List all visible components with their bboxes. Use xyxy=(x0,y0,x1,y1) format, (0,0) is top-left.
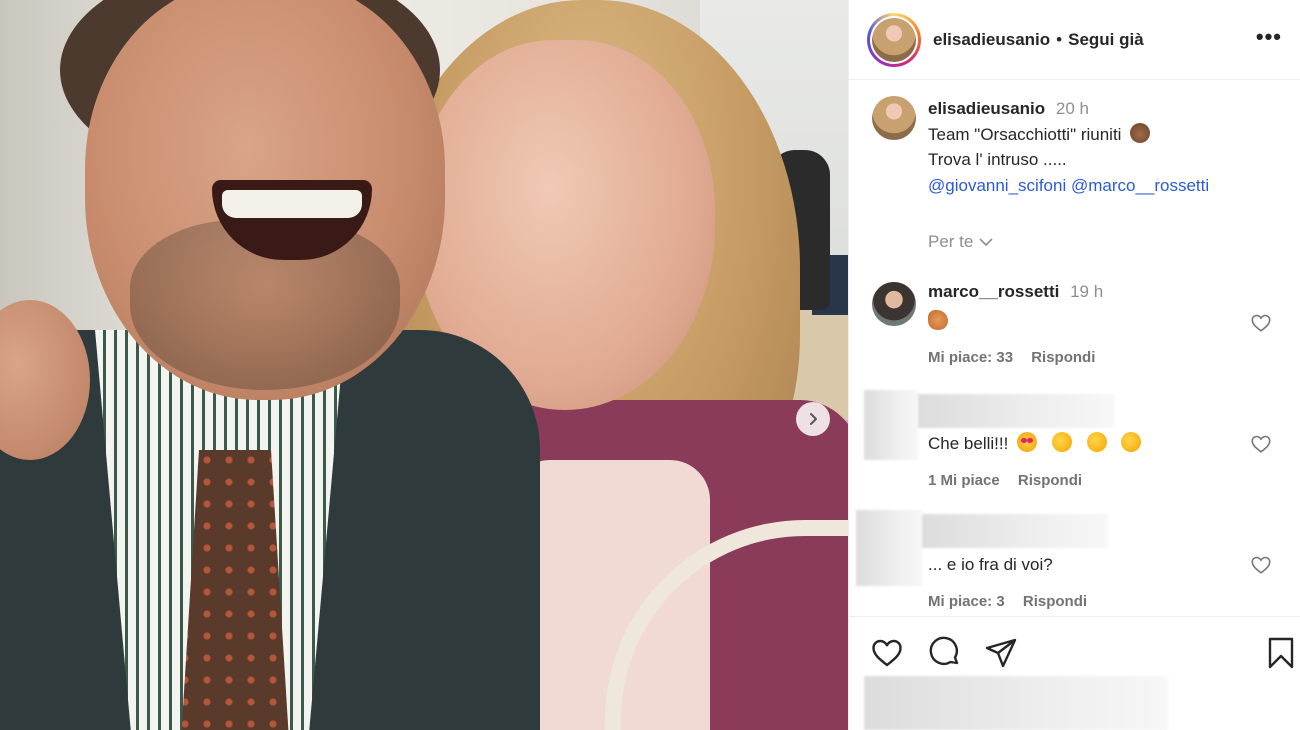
bear-face-emoji-icon xyxy=(1130,122,1151,143)
reply-button[interactable]: Rispondi xyxy=(1018,472,1082,489)
author-username[interactable]: elisadieusanio xyxy=(933,30,1050,50)
comment-time[interactable]: 19 h xyxy=(1070,282,1103,301)
clapping-hands-emoji-icon xyxy=(1051,432,1072,452)
comment-item: Che belli!!! 1 Mi piace Rispondi xyxy=(872,390,1282,490)
comment-item: marco__rossetti 19 h Mi piace: 33 Rispon… xyxy=(872,282,1282,372)
caption-line1: Team "Orsacchiotti" riuniti xyxy=(928,124,1122,144)
heart-eyes-emoji-icon xyxy=(1017,432,1038,452)
comment-likes[interactable]: 1 Mi piace xyxy=(928,472,1000,489)
chevron-down-icon xyxy=(979,238,993,247)
comment-likes[interactable]: Mi piace: 33 xyxy=(928,349,1013,366)
post-action-bar xyxy=(870,636,1294,672)
mention-link[interactable]: @marco__rossetti xyxy=(1071,176,1209,195)
caption-time[interactable]: 20 h xyxy=(1056,99,1089,118)
post-photo xyxy=(0,0,848,730)
comment-username[interactable]: marco__rossetti xyxy=(928,282,1059,301)
post-header: elisadieusanio • Segui già ••• xyxy=(849,0,1300,80)
clapping-hands-emoji-icon xyxy=(1121,432,1142,452)
chevron-right-icon xyxy=(810,413,817,425)
more-options-icon[interactable]: ••• xyxy=(1256,24,1282,50)
comment-text: Che belli!!! xyxy=(928,434,1009,453)
comment-avatar[interactable] xyxy=(872,282,916,326)
reply-button[interactable]: Rispondi xyxy=(1023,593,1087,610)
avatar[interactable] xyxy=(872,17,916,62)
next-photo-button[interactable] xyxy=(796,402,830,436)
paper-plane-icon[interactable] xyxy=(984,636,1018,670)
blurred-likes-summary xyxy=(864,676,1168,730)
reply-button[interactable]: Rispondi xyxy=(1031,349,1095,366)
heart-icon[interactable] xyxy=(1250,433,1272,455)
post-caption: elisadieusanio 20 h Team "Orsacchiotti" … xyxy=(872,96,1282,198)
bookmark-icon[interactable] xyxy=(1264,636,1298,670)
comment-icon[interactable] xyxy=(928,636,962,670)
caption-avatar[interactable] xyxy=(872,96,916,140)
heart-icon[interactable] xyxy=(1250,312,1272,334)
caption-username[interactable]: elisadieusanio xyxy=(928,99,1045,118)
comment-likes[interactable]: Mi piace: 3 xyxy=(928,593,1005,610)
caption-line2: Trova l' intruso ..... xyxy=(928,150,1067,169)
comment-item: ... e io fra di voi? Mi piace: 3 Rispond… xyxy=(872,510,1282,610)
for-you-label: Per te xyxy=(928,232,974,251)
horse-emoji-icon xyxy=(928,310,948,330)
comment-text: ... e io fra di voi? xyxy=(928,555,1053,574)
heart-icon[interactable] xyxy=(870,636,904,670)
mention-link[interactable]: @giovanni_scifoni xyxy=(928,176,1066,195)
separator-dot: • xyxy=(1056,29,1063,49)
following-button[interactable]: Segui già xyxy=(1068,30,1144,50)
heart-icon[interactable] xyxy=(1250,554,1272,576)
see-translation-toggle[interactable]: Per te xyxy=(928,232,994,252)
divider xyxy=(848,616,1300,617)
clapping-hands-emoji-icon xyxy=(1086,432,1107,452)
story-ring[interactable] xyxy=(867,12,921,67)
